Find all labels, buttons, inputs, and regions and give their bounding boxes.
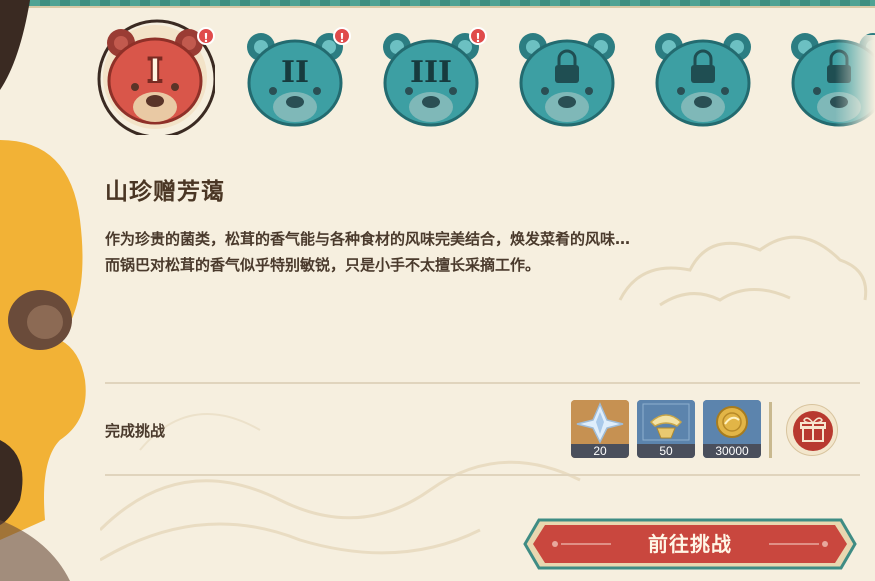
tier-1-button[interactable]: I ! [95, 15, 215, 135]
divider [105, 382, 860, 384]
hero-wit-icon [637, 400, 695, 444]
go-button-label: 前往挑战 [648, 532, 732, 556]
bear-locked-icon [519, 33, 615, 127]
tier-selector: I ! II ! III ! [95, 15, 875, 140]
scroll-fade [835, 35, 875, 135]
alert-badge: ! [333, 27, 351, 45]
gift-reward-button[interactable] [786, 404, 838, 456]
challenge-description: 作为珍贵的菌类，松茸的香气能与各种食材的风味完美结合，焕发菜肴的风味… 而锅巴对… [105, 226, 825, 278]
divider [105, 474, 860, 476]
tier-numeral: III [409, 55, 453, 90]
reward-separator [769, 402, 772, 458]
character-artwork [0, 0, 86, 581]
description-line-2: 而锅巴对松茸的香气似乎特别敏锐，只是小手不太擅长采摘工作。 [105, 256, 541, 274]
mora-icon [703, 400, 761, 444]
complete-challenge-label: 完成挑战 [105, 422, 166, 440]
tier-numeral: I [146, 50, 164, 92]
reward-item-mora[interactable]: 30000 [703, 400, 761, 458]
reward-count: 20 [571, 444, 629, 458]
primogem-icon [571, 400, 629, 444]
reward-count: 30000 [703, 444, 761, 458]
challenge-title: 山珍赠芳蔼 [105, 179, 225, 205]
tier-4-button[interactable] [507, 15, 627, 135]
alert-badge: ! [469, 27, 487, 45]
description-line-1: 作为珍贵的菌类，松茸的香气能与各种食材的风味完美结合，焕发菜肴的风味… [105, 230, 631, 248]
tier-3-button[interactable]: III ! [371, 15, 491, 135]
gift-icon [793, 411, 833, 451]
alert-badge: ! [197, 27, 215, 45]
top-border [0, 0, 875, 8]
reward-item-hero-wit[interactable]: 50 [637, 400, 695, 458]
tier-numeral: II [280, 55, 310, 90]
go-to-challenge-button[interactable]: 前往挑战 [515, 512, 865, 576]
tier-5-button[interactable] [643, 15, 763, 135]
bear-locked-icon [655, 33, 751, 127]
reward-count: 50 [637, 444, 695, 458]
reward-item-primogem[interactable]: 20 [571, 400, 629, 458]
tier-2-button[interactable]: II ! [235, 15, 355, 135]
